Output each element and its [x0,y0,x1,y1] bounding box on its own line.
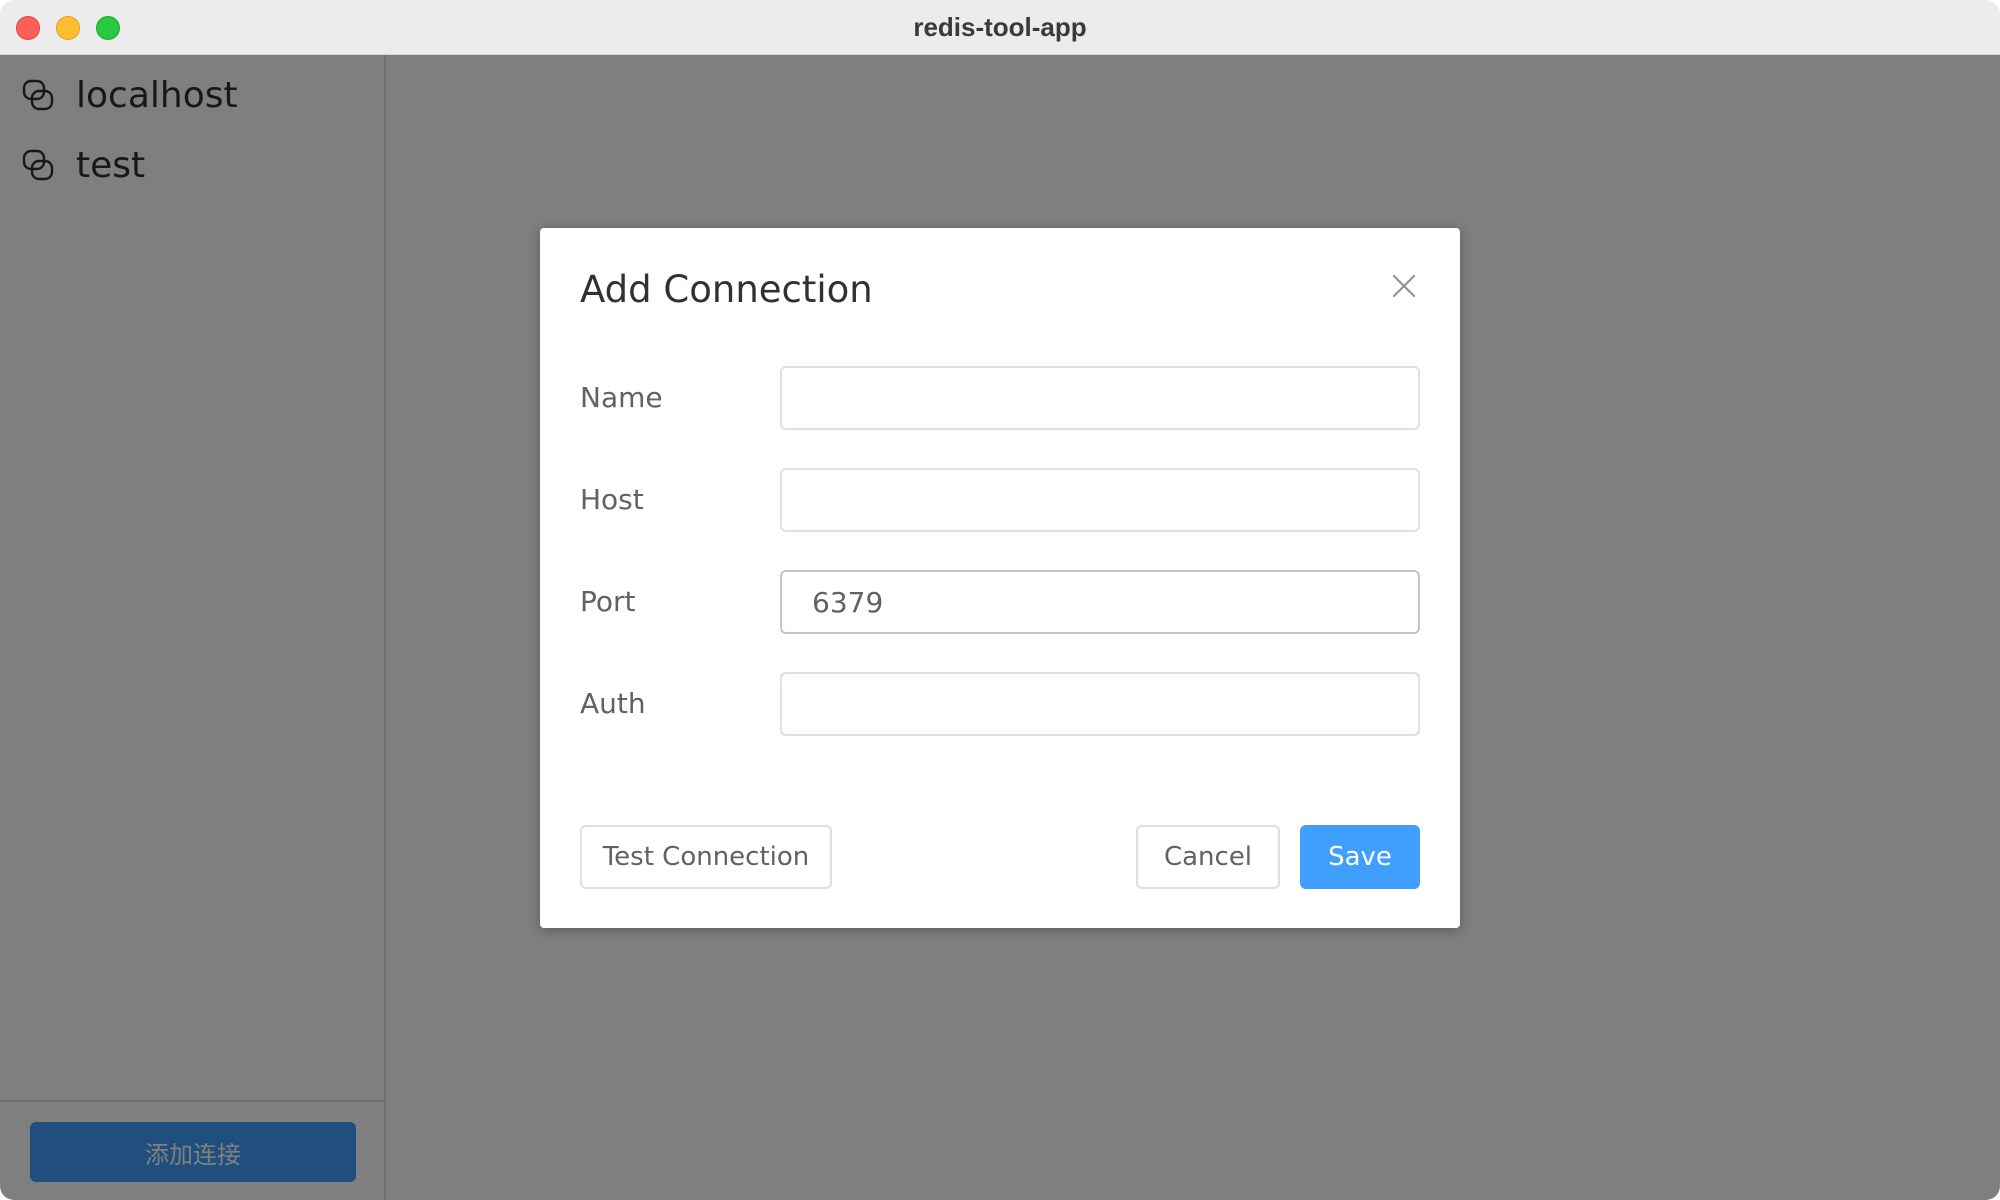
form-row-host: Host [580,468,1420,532]
form-row-port: Port [580,570,1420,634]
dialog-title: Add Connection [580,268,873,311]
host-input[interactable] [780,468,1420,532]
port-label: Port [580,585,636,618]
name-label: Name [580,381,663,414]
port-input[interactable] [780,570,1420,634]
window-title: redis-tool-app [913,12,1087,42]
test-connection-button[interactable]: Test Connection [580,825,832,889]
add-connection-dialog: Add Connection Name Host Port Auth Test … [540,228,1460,928]
auth-label: Auth [580,687,646,720]
host-label: Host [580,483,644,516]
title-bar: redis-tool-app [0,0,2000,55]
save-button[interactable]: Save [1300,825,1420,889]
cancel-button[interactable]: Cancel [1136,825,1280,889]
name-input[interactable] [780,366,1420,430]
auth-input[interactable] [780,672,1420,736]
app-window: redis-tool-app localhost [0,0,2000,1200]
form-row-auth: Auth [580,672,1420,736]
close-icon[interactable] [1388,270,1420,302]
form-row-name: Name [580,366,1420,430]
